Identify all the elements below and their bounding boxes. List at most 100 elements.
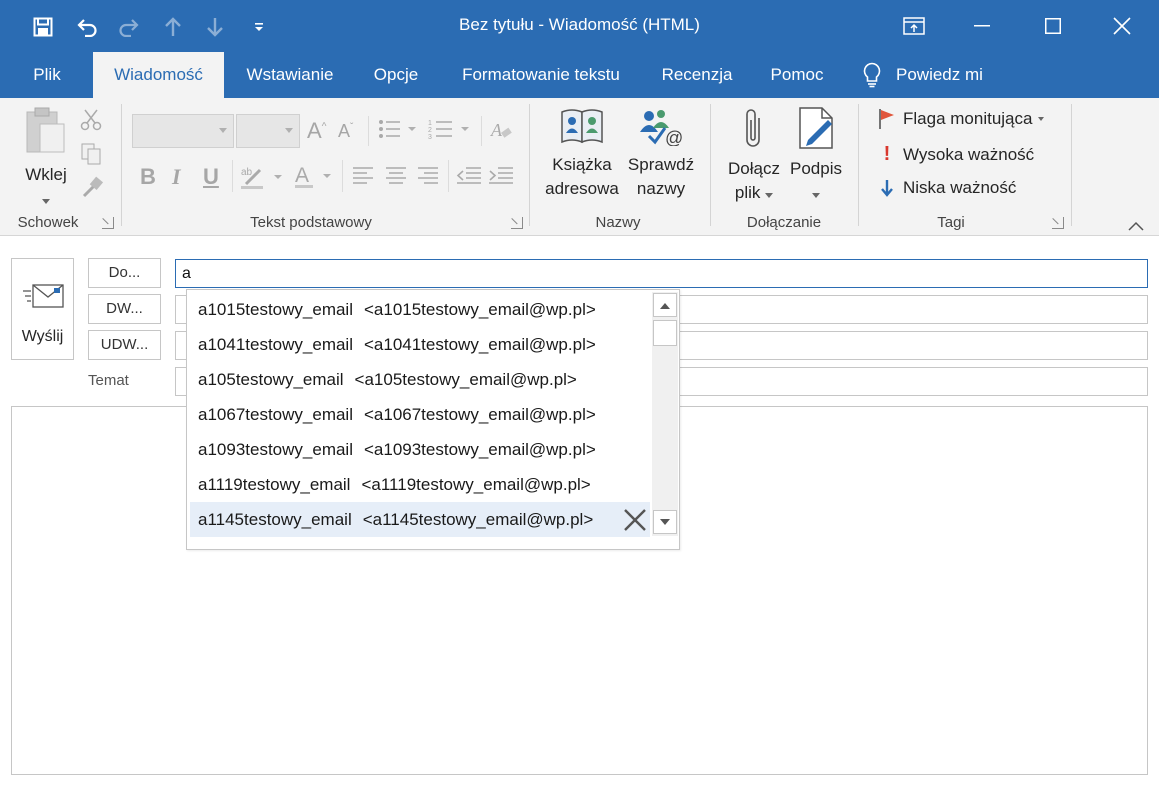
ribbon-display-icon[interactable] xyxy=(879,0,949,52)
autocomplete-item[interactable]: a1093testowy_email <a1093testowy_email@wp… xyxy=(190,432,650,467)
signature-button[interactable]: Podpis xyxy=(786,106,846,205)
cut-icon[interactable] xyxy=(80,108,102,132)
align-right-icon[interactable] xyxy=(417,166,439,186)
tell-me-label: Powiedz mi xyxy=(896,65,983,84)
inner-separator xyxy=(481,116,482,146)
shrink-font-icon[interactable]: Aˇ xyxy=(338,121,353,142)
high-importance-button[interactable]: ! Wysoka ważność xyxy=(877,143,1035,166)
autocomplete-name: a1015testowy_email xyxy=(198,300,353,319)
follow-up-button[interactable]: Flaga monitująca xyxy=(877,108,1045,130)
numbering-icon[interactable]: 123 xyxy=(428,118,472,140)
tab-review[interactable]: Recenzja xyxy=(652,52,742,98)
align-left-icon[interactable] xyxy=(352,166,374,186)
basic-text-launcher-icon[interactable] xyxy=(511,217,523,229)
increase-indent-icon[interactable] xyxy=(488,166,514,186)
tab-options[interactable]: Opcje xyxy=(362,52,430,98)
bold-icon[interactable]: B xyxy=(140,164,156,190)
tab-file[interactable]: Plik xyxy=(18,52,76,98)
tab-help[interactable]: Pomoc xyxy=(758,52,836,98)
autocomplete-scrollbar[interactable] xyxy=(652,292,678,536)
address-book-icon xyxy=(561,109,603,144)
underline-icon[interactable]: U xyxy=(203,164,219,190)
group-tags-label: Tagi xyxy=(937,214,965,231)
send-button[interactable]: Wyślij xyxy=(11,258,74,360)
check-names-button[interactable]: @ Sprawdź nazwy xyxy=(624,106,698,201)
autocomplete-email: <a1041testowy_email@wp.pl> xyxy=(363,335,596,354)
autocomplete-email: <a1119testowy_email@wp.pl> xyxy=(361,475,591,494)
check-names-label-2: nazwy xyxy=(636,179,686,198)
title-bar: Bez tytułu - Wiadomość (HTML) xyxy=(0,0,1159,52)
font-family-select[interactable] xyxy=(132,114,234,148)
tab-message[interactable]: Wiadomość xyxy=(93,52,224,98)
check-names-icon: @ xyxy=(640,110,683,148)
tell-me-box[interactable]: Powiedz mi xyxy=(862,52,983,98)
autocomplete-email: <a1015testowy_email@wp.pl> xyxy=(363,300,596,319)
svg-text:ab: ab xyxy=(241,167,253,178)
align-center-icon[interactable] xyxy=(385,166,407,186)
paste-label: Wklej xyxy=(25,165,67,184)
follow-up-caret-icon xyxy=(1038,117,1045,121)
flag-icon xyxy=(879,109,894,129)
autocomplete-item[interactable]: a1015testowy_email <a1015testowy_email@wp… xyxy=(190,292,650,327)
group-include-label: Dołączanie xyxy=(746,214,822,231)
attach-file-label-1: Dołącz xyxy=(728,159,780,178)
autocomplete-item[interactable]: a1145testowy_email <a1145testowy_email@wp… xyxy=(190,502,650,537)
font-color-icon[interactable]: A xyxy=(295,162,335,190)
group-separator xyxy=(529,104,530,226)
clear-formatting-icon[interactable]: A xyxy=(490,118,514,142)
inner-separator xyxy=(232,160,233,192)
bullets-icon[interactable] xyxy=(378,118,418,140)
ribbon: Wklej Schowek A^ Aˇ 123 A B I U ab A Tek… xyxy=(0,98,1159,236)
grow-font-icon[interactable]: A^ xyxy=(307,118,326,144)
scroll-thumb[interactable] xyxy=(653,320,677,346)
maximize-icon[interactable] xyxy=(1018,0,1088,52)
follow-up-label: Flaga monitująca xyxy=(903,109,1033,128)
bcc-button[interactable]: UDW... xyxy=(88,330,161,360)
tags-launcher-icon[interactable] xyxy=(1052,217,1064,229)
autocomplete-name: a1093testowy_email xyxy=(198,440,353,459)
collapse-ribbon-icon[interactable] xyxy=(1128,218,1144,236)
autocomplete-name: a1145testowy_email xyxy=(198,510,352,529)
svg-text:@: @ xyxy=(665,128,683,146)
to-button[interactable]: Do... xyxy=(88,258,161,288)
font-size-select[interactable] xyxy=(236,114,300,148)
svg-text:A: A xyxy=(490,120,503,140)
clipboard-launcher-icon[interactable] xyxy=(102,217,114,229)
group-names-label: Nazwy xyxy=(595,214,641,231)
decrease-indent-icon[interactable] xyxy=(456,166,482,186)
send-icon xyxy=(22,284,64,308)
address-book-button[interactable]: Książka adresowa xyxy=(540,106,624,201)
attach-file-button[interactable]: Dołącz plik xyxy=(722,106,786,205)
cc-button[interactable]: DW... xyxy=(88,294,161,324)
autocomplete-name: a1119testowy_email xyxy=(198,475,351,494)
to-field[interactable]: a xyxy=(175,259,1148,288)
close-icon[interactable] xyxy=(1087,0,1157,52)
low-importance-label: Niska ważność xyxy=(903,178,1017,197)
scroll-down-icon xyxy=(660,518,670,525)
address-book-label-1: Książka xyxy=(552,155,612,174)
scroll-down-button[interactable] xyxy=(653,510,677,534)
svg-text:3: 3 xyxy=(428,134,432,140)
autocomplete-item[interactable]: a1119testowy_email <a1119testowy_email@wp… xyxy=(190,467,650,502)
signature-label: Podpis xyxy=(790,159,842,178)
paste-button[interactable]: Wklej xyxy=(18,106,74,211)
signature-icon xyxy=(799,107,833,149)
send-label: Wyślij xyxy=(21,328,64,345)
autocomplete-name: a105testowy_email xyxy=(198,370,344,389)
lightbulb-icon xyxy=(863,62,881,88)
copy-icon[interactable] xyxy=(80,142,102,166)
autocomplete-item[interactable]: a1041testowy_email <a1041testowy_email@wp… xyxy=(190,327,650,362)
highlight-icon[interactable]: ab xyxy=(240,164,286,190)
scroll-up-button[interactable] xyxy=(653,293,677,317)
tab-insert[interactable]: Wstawianie xyxy=(232,52,348,98)
italic-icon[interactable]: I xyxy=(172,164,181,190)
minimize-icon[interactable] xyxy=(947,0,1017,52)
svg-text:1: 1 xyxy=(428,120,432,127)
format-painter-icon[interactable] xyxy=(80,176,104,200)
tab-format-text[interactable]: Formatowanie tekstu xyxy=(446,52,636,98)
remove-suggestion-icon[interactable] xyxy=(622,507,648,533)
autocomplete-item[interactable]: a1067testowy_email <a1067testowy_email@wp… xyxy=(190,397,650,432)
autocomplete-item[interactable]: a105testowy_email <a105testowy_email@wp.p… xyxy=(190,362,650,397)
subject-label: Temat xyxy=(88,372,129,389)
low-importance-button[interactable]: Niska ważność xyxy=(877,178,1016,198)
